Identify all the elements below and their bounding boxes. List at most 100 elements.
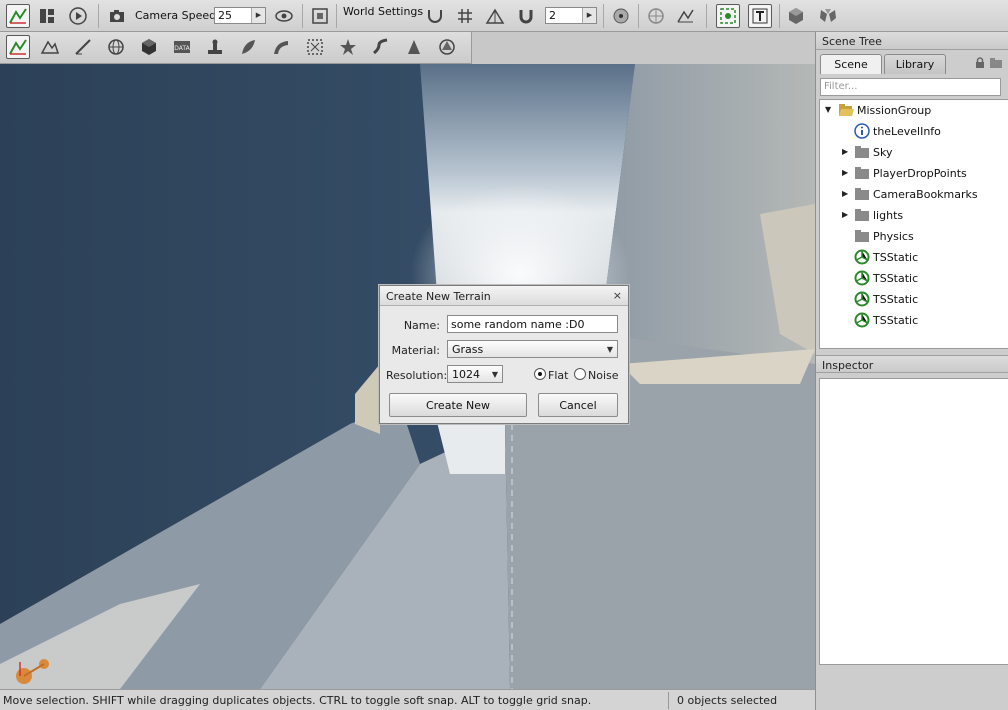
drop-at-icon[interactable] [674,4,698,28]
expand-arrow-icon[interactable]: ▼ [825,105,833,115]
main-toolbar: Camera Speed 25 ▶ World Settings 2 ▶ [0,0,1008,32]
tree-item-tsstatic[interactable]: TSStatic [820,268,1006,288]
expand-arrow-icon[interactable]: ▶ [842,147,850,157]
river-tool-icon[interactable] [369,35,393,59]
folder-icon [855,209,869,221]
chevron-down-icon: ▼ [606,345,613,354]
expand-arrow-icon[interactable]: ▶ [842,189,850,199]
decal-tool-icon[interactable] [336,35,360,59]
camera-speed-arrow-icon[interactable]: ▶ [251,8,265,23]
close-icon[interactable]: × [613,289,622,302]
lock-icon[interactable] [974,57,986,69]
folder-icon [855,188,869,200]
play-icon[interactable] [66,4,90,28]
expand-arrow-icon[interactable]: ▶ [842,168,850,178]
object-editor-tool-icon[interactable] [6,35,30,59]
create-new-button[interactable]: Create New [389,393,527,417]
new-folder-icon[interactable] [989,57,1003,69]
camera-icon[interactable] [105,4,129,28]
text-label-icon[interactable] [748,4,772,28]
magnet-snap-icon[interactable] [514,4,538,28]
datablock-tool-icon[interactable]: DATA [170,35,194,59]
material-select[interactable]: Grass ▼ [447,340,618,358]
mesh-icon [854,291,870,307]
grid-size-arrow-icon[interactable]: ▶ [582,8,596,23]
flat-radio[interactable] [534,368,546,380]
spawn-tool-icon[interactable] [203,35,227,59]
selection-count: 0 objects selected [677,694,778,707]
tree-item-lights[interactable]: ▶ lights [820,205,1006,225]
tree-item-tsstatic[interactable]: TSStatic [820,247,1006,267]
snap-to-bone-icon[interactable] [423,4,447,28]
snap-to-terrain-icon[interactable] [483,4,507,28]
open-folder-icon [839,104,854,116]
flat-label: Flat [548,369,569,382]
expand-arrow-icon[interactable]: ▶ [842,210,850,220]
tab-library[interactable]: Library [884,54,946,74]
tree-item-physics[interactable]: Physics [820,226,1006,246]
status-message: Move selection. SHIFT while dragging dup… [3,694,592,707]
visibility-eye-icon[interactable] [272,4,296,28]
dialog-title: Create New Terrain [380,286,628,306]
folder-icon [855,167,869,179]
scene-tree[interactable]: ▼ MissionGroup theLevelInfo ▶ Sky ▶ Play… [819,99,1008,349]
gui-editor-icon[interactable] [35,4,59,28]
scene-tree-title: Scene Tree [816,32,1008,50]
tab-scene[interactable]: Scene [820,54,882,74]
object-center-icon[interactable] [609,4,633,28]
tree-item-playerdroppoints[interactable]: ▶ PlayerDropPoints [820,163,1006,183]
material-cube-tool-icon[interactable] [137,35,161,59]
convex-tool-icon[interactable] [435,35,459,59]
mesh-icon [854,270,870,286]
resolution-label: Resolution: [386,369,448,382]
world-editor-icon[interactable] [6,4,30,28]
world-settings-label[interactable]: World Settings [343,5,423,18]
tree-item-label: CameraBookmarks [873,188,978,201]
prefab-icon[interactable] [784,4,808,28]
camera-speed-label: Camera Speed [135,9,217,22]
tree-item-label: theLevelInfo [873,125,941,138]
folder-icon [855,230,869,242]
tree-item-label: Physics [873,230,914,243]
grid-size-input[interactable]: 2 ▶ [545,7,597,24]
terrain-editor-tool-icon[interactable] [38,35,62,59]
editor-tools-toolbar: DATA [0,32,472,64]
status-bar: Move selection. SHIFT while dragging dup… [0,689,815,710]
name-label: Name: [403,319,440,332]
explode-prefab-icon[interactable] [816,4,840,28]
tree-item-label: TSStatic [873,251,919,264]
mesh-road-tool-icon[interactable] [303,35,327,59]
tree-item-tsstatic[interactable]: TSStatic [820,310,1006,330]
tree-filter-input[interactable]: Filter... [820,78,1001,96]
folder-icon [855,146,869,158]
road-tool-icon[interactable] [269,35,293,59]
resolution-select[interactable]: 1024 ▼ [447,365,503,383]
inspector-panel[interactable] [819,378,1008,665]
camera-speed-input[interactable]: 25 ▶ [214,7,266,24]
create-terrain-dialog: Create New Terrain × Name: some random n… [379,285,629,424]
fit-view-icon[interactable] [308,4,332,28]
grid-snap-icon[interactable] [453,4,477,28]
mesh-icon [854,249,870,265]
tree-item-sky[interactable]: ▶ Sky [820,142,1006,162]
tree-item-label: PlayerDropPoints [873,167,967,180]
sphere-tool-icon[interactable] [104,35,128,59]
tree-item-missiongroup[interactable]: ▼ MissionGroup [820,100,1006,120]
selection-box-icon[interactable] [716,4,740,28]
forest-tool-icon[interactable] [236,35,260,59]
shape-tool-icon[interactable] [402,35,426,59]
tree-item-thelevelinfo[interactable]: theLevelInfo [820,121,1006,141]
resolution-value: 1024 [452,368,480,381]
tree-item-label: lights [873,209,904,222]
terrain-painter-tool-icon[interactable] [71,35,95,59]
world-transform-icon[interactable] [644,4,668,28]
noise-radio[interactable] [574,368,586,380]
grid-size-value: 2 [549,9,556,22]
terrain-name-field[interactable]: some random name :D0 [447,315,618,333]
tree-item-camerabookmarks[interactable]: ▶ CameraBookmarks [820,184,1006,204]
tree-item-tsstatic[interactable]: TSStatic [820,289,1006,309]
inspector-title: Inspector [816,355,1008,373]
info-icon [854,123,870,139]
cancel-button[interactable]: Cancel [538,393,618,417]
noise-label: Noise [588,369,619,382]
